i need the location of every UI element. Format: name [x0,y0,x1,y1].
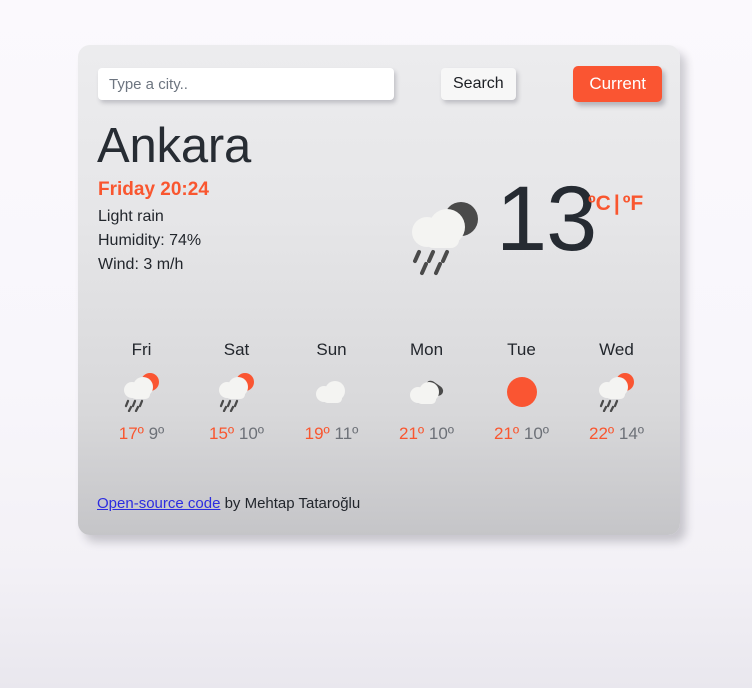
forecast-min: 10º [523,424,549,443]
forecast-max: 15º [209,424,235,443]
current-location-button[interactable]: Current [573,66,662,102]
forecast-day: Tue 21º 10º [474,340,569,444]
sun-cloud-rain-icon [189,372,284,412]
forecast-day-name: Sun [316,340,347,359]
sun-cloud-rain-icon [569,372,664,412]
forecast-temps: 17º 9º [94,424,189,444]
current-wind: Wind: 3 m/h [98,256,184,273]
sun-cloud-rain-icon [94,372,189,412]
forecast-max: 21º [399,424,425,443]
cloud-dark-cloud-icon [379,372,474,412]
forecast-max: 17º [118,424,144,443]
forecast-max: 21º [494,424,520,443]
forecast-temps: 19º 11º [284,424,379,444]
forecast-day: Fri 17º 9º [94,340,189,444]
forecast-day-name: Fri [131,340,152,359]
footer: Open-source code by Mehtap Tataroğlu [97,495,360,512]
current-date: Friday 20:24 [98,179,209,200]
open-source-link[interactable]: Open-source code [97,495,220,512]
forecast-temps: 21º 10º [379,424,474,444]
forecast-min: 14º [618,424,644,443]
search-input[interactable] [98,68,394,100]
weather-card: Search Current Ankara Friday 20:24 Light… [78,45,680,535]
search-bar: Search Current [98,66,662,110]
forecast-day: Mon 21º 10º [379,340,474,444]
forecast-day: Sat 15º 10º [189,340,284,444]
forecast-temps: 15º 10º [189,424,284,444]
forecast-day-name: Mon [409,340,444,359]
forecast-min: 11º [334,424,359,443]
sun-icon [474,372,569,412]
city-name: Ankara [97,119,252,173]
forecast-max: 19º [304,424,330,443]
moon-cloud-rain-icon [403,197,489,279]
unit-toggle: ºC | ºF [588,192,643,216]
forecast-temps: 22º 14º [569,424,664,444]
forecast-max: 22º [589,424,615,443]
forecast-day: Sun 19º 11º [284,340,379,444]
forecast-temps: 21º 10º [474,424,569,444]
fahrenheit-link[interactable]: ºF [623,192,644,215]
search-button[interactable]: Search [441,68,516,100]
forecast-day-name: Tue [507,340,536,359]
footer-credit: by Mehtap Tataroğlu [220,495,361,512]
forecast-min: 10º [428,424,454,443]
current-temperature: 13 [496,168,597,270]
forecast-min: 10º [238,424,264,443]
celsius-link[interactable]: ºC [588,192,611,215]
forecast-day-name: Sat [223,340,250,359]
forecast-day-name: Wed [599,340,634,359]
current-conditions: Friday 20:24 Light rain Humidity: 74% Wi… [98,179,358,274]
forecast-min: 9º [148,424,165,443]
current-description: Light rain [98,208,164,225]
forecast-row: Fri 17º 9º Sat 15º 10º Sun 19º 11º Mon 2… [94,340,664,444]
cloud-icon [284,372,379,412]
unit-separator: | [613,192,620,215]
current-humidity: Humidity: 74% [98,232,202,249]
forecast-day: Wed 22º 14º [569,340,664,444]
